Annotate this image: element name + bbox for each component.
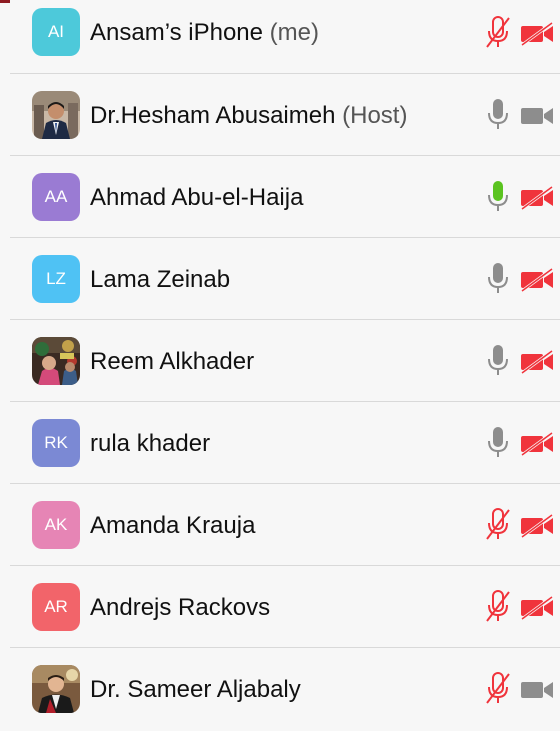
microphone-icon[interactable] [486,426,510,460]
participant-name-text: Lama Zeinab [90,266,231,293]
microphone-active-icon[interactable] [486,180,510,214]
participant-row[interactable]: Reem Alkhader [10,320,560,402]
participant-name-text: Dr. Sameer Aljabaly [90,676,301,703]
video-off-icon[interactable] [520,514,554,538]
microphone-muted-icon[interactable] [486,590,510,624]
participant-name-text: rula khader [90,430,211,457]
participant-name-text: Ahmad Abu-el-Haija [90,184,304,211]
participant-name: Dr.Hesham Abusaimeh (Host) [90,102,407,130]
video-off-icon[interactable] [520,186,554,210]
participant-name: Ansam’s iPhone (me) [90,19,319,47]
participant-row[interactable]: RK rula khader [10,402,560,484]
participant-row[interactable]: AA Ahmad Abu-el-Haija [10,156,560,238]
participant-row[interactable]: Dr.Hesham Abusaimeh (Host) [10,74,560,156]
participant-row[interactable]: LZ Lama Zeinab [10,238,560,320]
video-off-icon[interactable] [520,596,554,620]
participant-name-text: Reem Alkhader [90,348,255,375]
participant-name: Amanda Krauja [90,512,255,540]
participant-name: Dr. Sameer Aljabaly [90,676,301,704]
avatar [32,665,80,713]
participant-name: Andrejs Rackovs [90,594,270,622]
avatar [32,337,80,385]
video-off-icon[interactable] [520,432,554,456]
avatar: AA [32,173,80,221]
avatar: RK [32,419,80,467]
participants-list: AI Ansam’s iPhone (me) Dr.Hesham Abusaim… [10,0,560,730]
avatar: AI [32,8,80,56]
avatar: AR [32,583,80,631]
microphone-muted-icon[interactable] [486,16,510,50]
video-off-icon[interactable] [520,268,554,292]
video-camera-icon[interactable] [520,678,554,702]
microphone-icon[interactable] [486,262,510,296]
avatar: AK [32,501,80,549]
microphone-muted-icon[interactable] [486,508,510,542]
video-off-icon[interactable] [520,22,554,46]
microphone-muted-icon[interactable] [486,672,510,706]
video-camera-icon[interactable] [520,104,554,128]
microphone-icon[interactable] [486,98,510,132]
participant-tag: (Host) [342,102,408,129]
participant-name-text: Ansam’s iPhone [90,19,263,46]
participant-row[interactable]: AK Amanda Krauja [10,484,560,566]
avatar: LZ [32,255,80,303]
microphone-icon[interactable] [486,344,510,378]
participant-name: Ahmad Abu-el-Haija [90,184,303,212]
participant-row[interactable]: AR Andrejs Rackovs [10,566,560,648]
participant-name: Lama Zeinab [90,266,230,294]
participant-name: Reem Alkhader [90,348,254,376]
participant-row[interactable]: AI Ansam’s iPhone (me) [10,0,560,74]
participant-tag: (me) [269,19,319,46]
participant-name-text: Dr.Hesham Abusaimeh [90,102,336,129]
video-off-icon[interactable] [520,350,554,374]
participant-row[interactable]: Dr. Sameer Aljabaly [10,648,560,730]
participant-name-text: Andrejs Rackovs [90,594,271,621]
avatar [32,91,80,139]
participant-name: rula khader [90,430,210,458]
participant-name-text: Amanda Krauja [90,512,256,539]
